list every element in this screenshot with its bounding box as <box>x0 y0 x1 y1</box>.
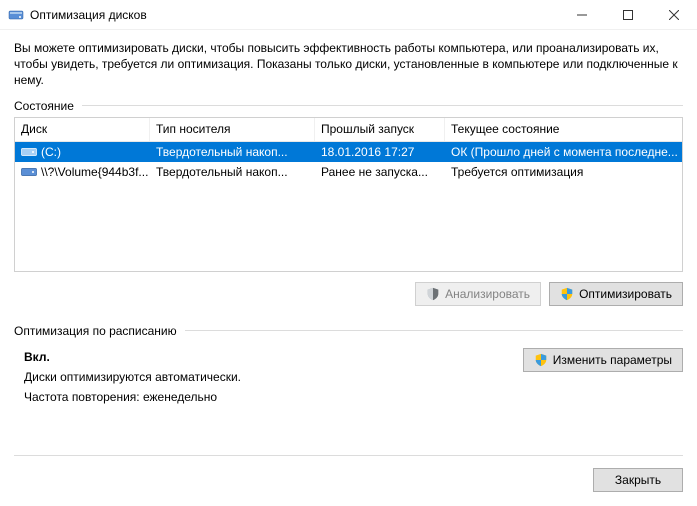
analyze-label: Анализировать <box>445 287 530 301</box>
drive-icon <box>21 166 37 178</box>
divider <box>14 455 683 456</box>
description-text: Вы можете оптимизировать диски, чтобы по… <box>14 40 683 89</box>
close-dialog-button[interactable]: Закрыть <box>593 468 683 492</box>
maximize-button[interactable] <box>605 0 651 30</box>
change-settings-button[interactable]: Изменить параметры <box>523 348 683 372</box>
status-section-label: Состояние <box>14 99 683 113</box>
cell-status: ОК (Прошло дней с момента последне... <box>445 145 682 159</box>
column-status[interactable]: Текущее состояние <box>445 118 682 141</box>
schedule-freq-text: Частота повторения: еженедельно <box>24 390 673 404</box>
column-media[interactable]: Тип носителя <box>150 118 315 141</box>
cell-last-run: 18.01.2016 17:27 <box>315 145 445 159</box>
schedule-section-label: Оптимизация по расписанию <box>14 324 683 338</box>
minimize-button[interactable] <box>559 0 605 30</box>
action-buttons: Анализировать Оптимизировать <box>14 282 683 306</box>
divider <box>82 105 683 106</box>
cell-disk: (C:) <box>15 145 150 159</box>
shield-icon <box>426 287 440 301</box>
list-header: Диск Тип носителя Прошлый запуск Текущее… <box>15 118 682 142</box>
cell-disk-text: \\?\Volume{944b3f... <box>41 165 148 179</box>
cell-last-run: Ранее не запуска... <box>315 165 445 179</box>
column-disk[interactable]: Диск <box>15 118 150 141</box>
window-title: Оптимизация дисков <box>30 8 559 22</box>
cell-disk: \\?\Volume{944b3f... <box>15 165 150 179</box>
schedule-label-text: Оптимизация по расписанию <box>14 324 177 338</box>
footer: Закрыть <box>14 455 683 492</box>
close-button[interactable] <box>651 0 697 30</box>
drive-icon <box>21 146 37 158</box>
cell-media: Твердотельный накоп... <box>150 165 315 179</box>
change-settings-label: Изменить параметры <box>553 353 672 367</box>
title-bar: Оптимизация дисков <box>0 0 697 30</box>
cell-status: Требуется оптимизация <box>445 165 682 179</box>
shield-icon <box>534 353 548 367</box>
close-label: Закрыть <box>615 473 661 487</box>
optimize-label: Оптимизировать <box>579 287 672 301</box>
shield-icon <box>560 287 574 301</box>
schedule-block: Вкл. Диски оптимизируются автоматически.… <box>14 342 683 404</box>
divider <box>185 330 683 331</box>
cell-disk-text: (C:) <box>41 145 61 159</box>
app-icon <box>8 7 24 23</box>
cell-media: Твердотельный накоп... <box>150 145 315 159</box>
table-row[interactable]: (C:) Твердотельный накоп...18.01.2016 17:… <box>15 142 682 162</box>
analyze-button: Анализировать <box>415 282 541 306</box>
status-label-text: Состояние <box>14 99 74 113</box>
table-row[interactable]: \\?\Volume{944b3f...Твердотельный накоп.… <box>15 162 682 182</box>
drives-listview[interactable]: Диск Тип носителя Прошлый запуск Текущее… <box>14 117 683 272</box>
column-last-run[interactable]: Прошлый запуск <box>315 118 445 141</box>
optimize-button[interactable]: Оптимизировать <box>549 282 683 306</box>
schedule-auto-text: Диски оптимизируются автоматически. <box>24 370 673 384</box>
